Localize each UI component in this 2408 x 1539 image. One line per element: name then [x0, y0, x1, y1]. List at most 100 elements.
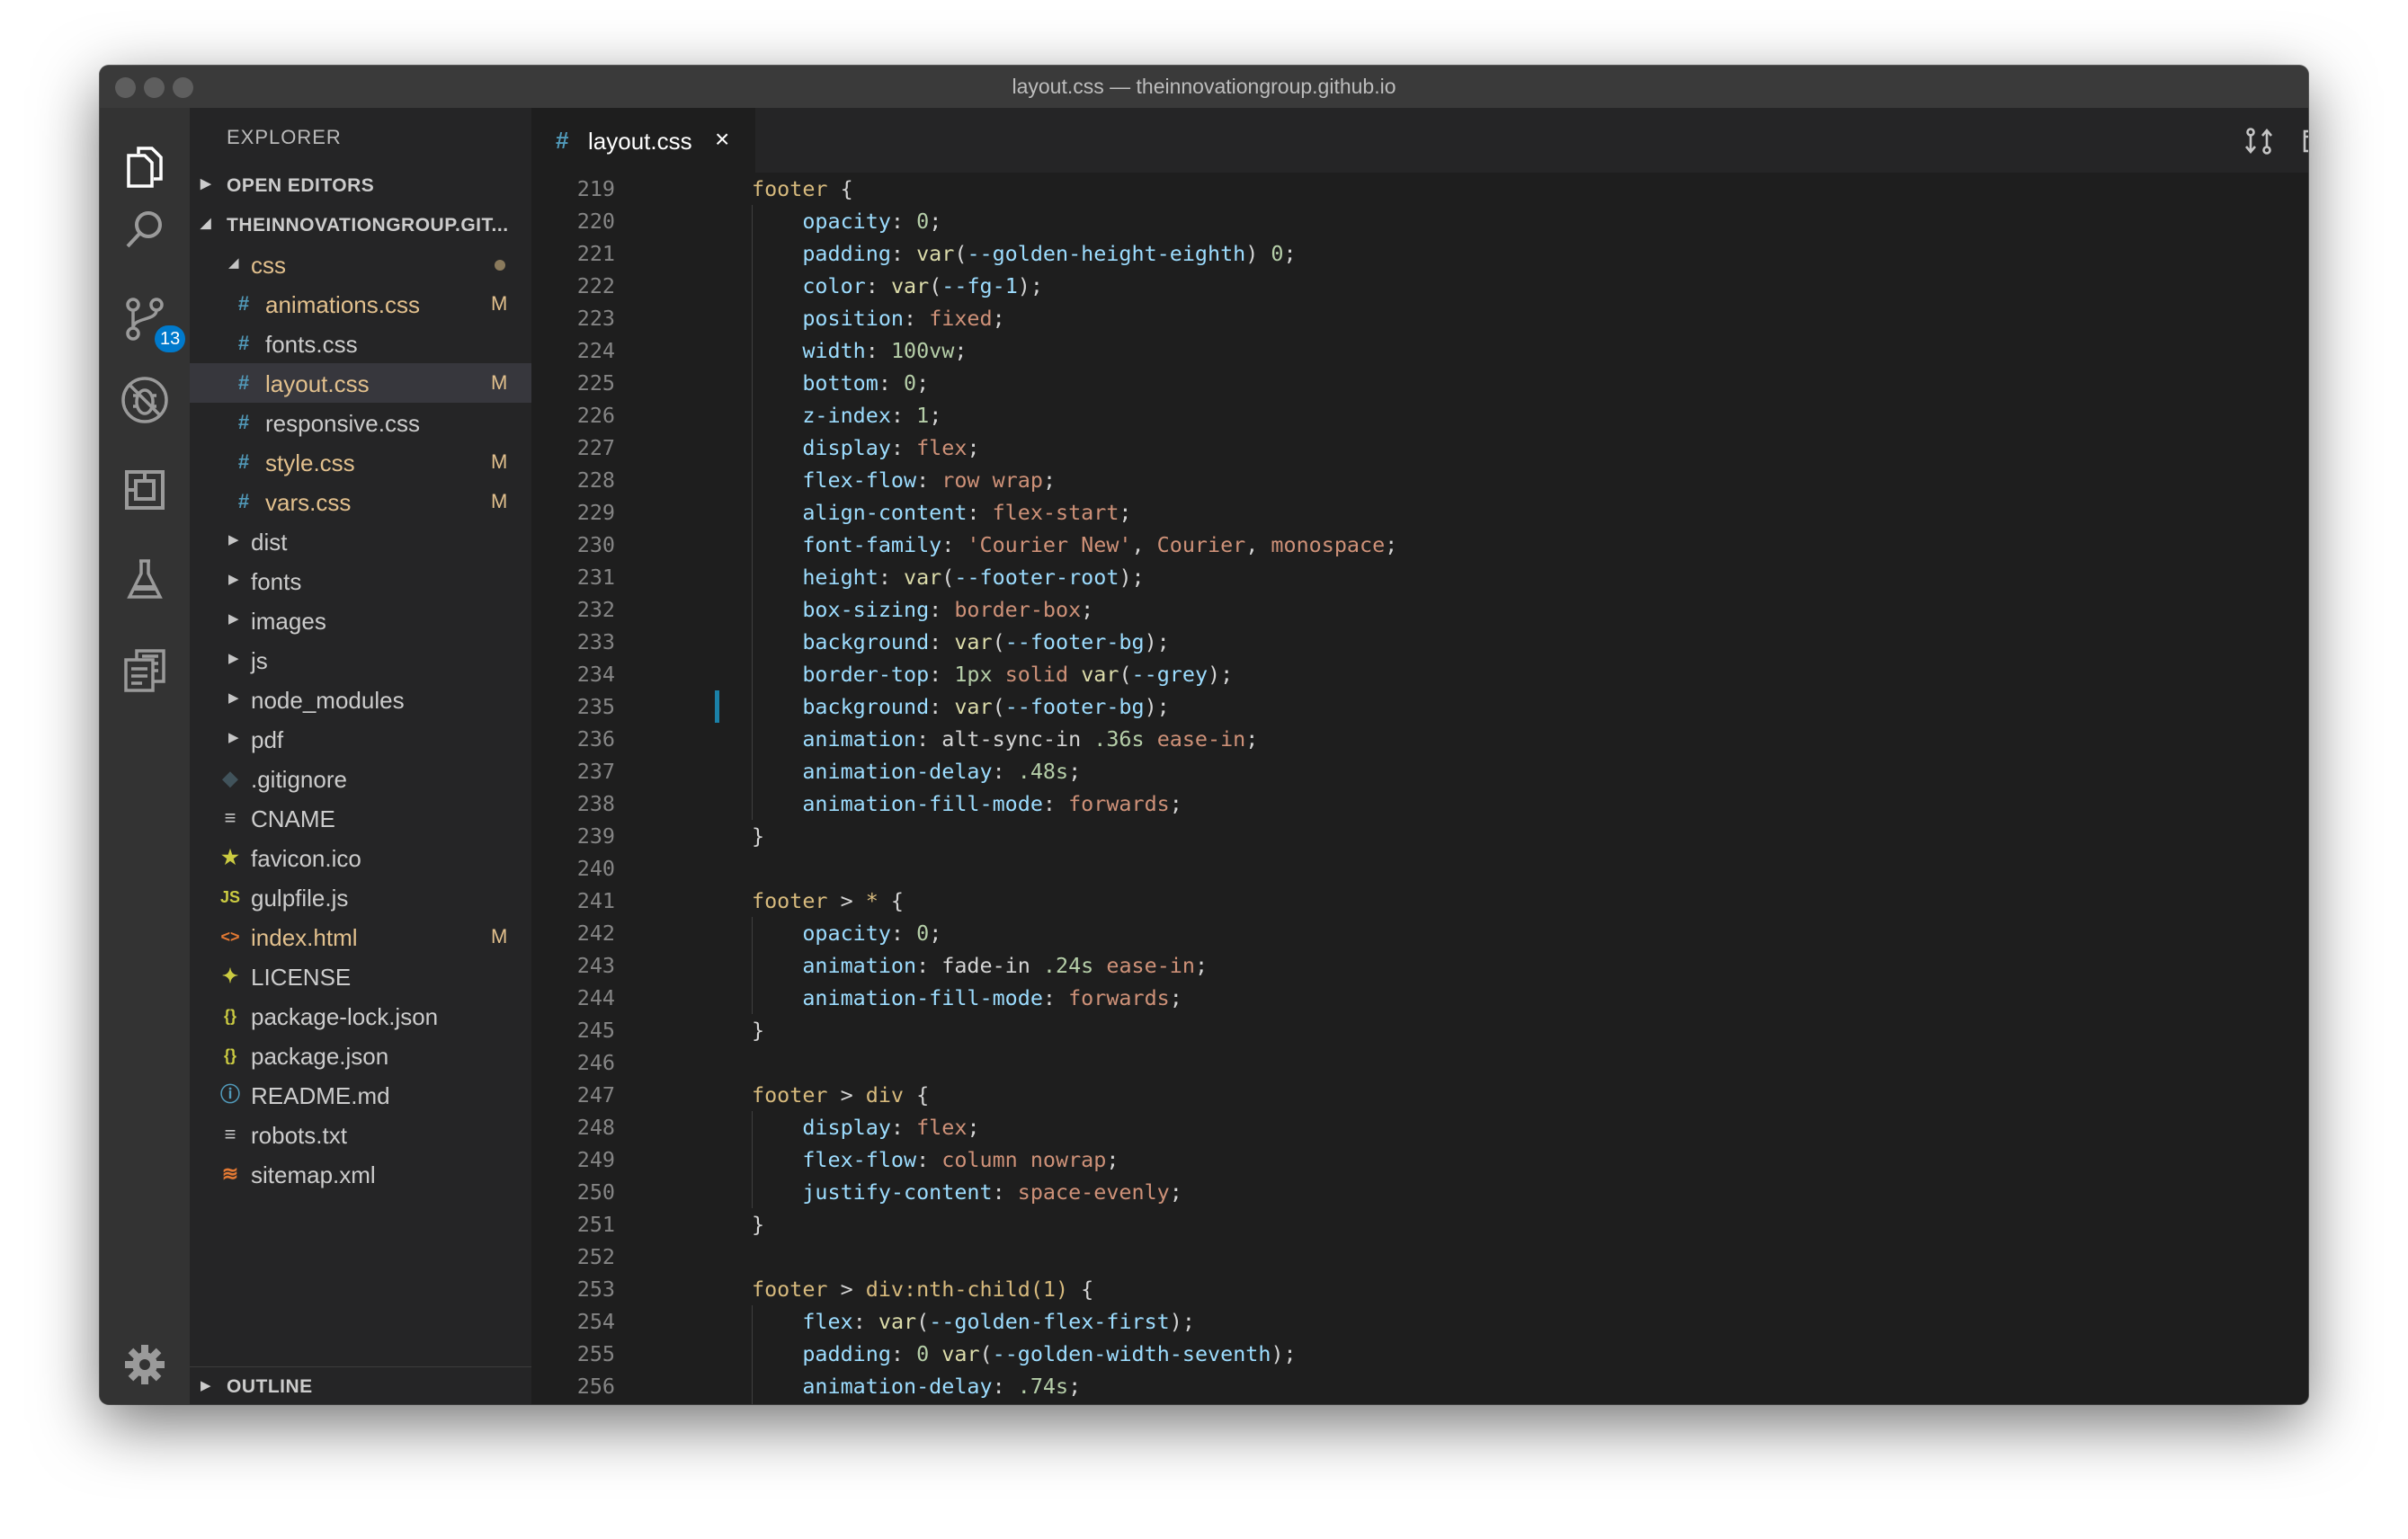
tree-item-dist[interactable]: ▶ dist — [190, 521, 531, 561]
code-token: : — [890, 1341, 917, 1366]
line-number: 249 — [576, 1147, 615, 1172]
tree-item-cname[interactable]: ≡ CNAME — [190, 798, 531, 838]
tree-item-fonts-css[interactable]: # fonts.css — [190, 324, 531, 363]
tree-item-animations-css[interactable]: # animations.css M — [190, 284, 531, 324]
code-token: div — [865, 1082, 904, 1108]
source-control-icon[interactable]: 13 — [118, 292, 186, 352]
code-token: --grey — [1131, 662, 1208, 687]
line-content: display: flex; — [752, 1111, 979, 1143]
code-line: 243 animation: fade-in .24s ease-in; — [531, 949, 2285, 982]
tree-item-node-modules[interactable]: ▶ node_modules — [190, 680, 531, 719]
line-number: 225 — [576, 370, 615, 396]
gear-icon[interactable] — [118, 1338, 172, 1392]
js-file-icon: JS — [219, 888, 241, 906]
line-number: 250 — [576, 1179, 615, 1205]
tree-item-css[interactable]: ◢ css — [190, 245, 531, 284]
tree-item-index-html[interactable]: <> index.html M — [190, 917, 531, 956]
modified-badge: M — [491, 925, 508, 947]
tree-item-pdf[interactable]: ▶ pdf — [190, 719, 531, 759]
code-token: ; — [1169, 985, 1182, 1010]
code-token: animation — [802, 726, 917, 752]
code-token: display — [802, 435, 891, 460]
code-token: ; — [1042, 467, 1057, 493]
split-editor-icon[interactable] — [2301, 126, 2308, 156]
tree-item-favicon-ico[interactable]: ★ favicon.ico — [190, 838, 531, 877]
open-editors-section[interactable]: ▶ OPEN EDITORS — [190, 165, 531, 205]
tree-item-fonts[interactable]: ▶ fonts — [190, 561, 531, 600]
tree-item-style-css[interactable]: # style.css M — [190, 442, 531, 482]
line-content: animation-fill-mode: forwards; — [752, 982, 1182, 1014]
code-token: { — [878, 888, 905, 913]
tree-item-robots-txt[interactable]: ≡ robots.txt — [190, 1115, 531, 1154]
code-line: 225 bottom: 0; — [531, 367, 2285, 399]
tree-item-label: pdf — [251, 726, 284, 753]
chevron-down-icon: ◢ — [228, 255, 239, 271]
code-token: --footer-bg — [1004, 629, 1145, 654]
tree-item-label: package.json — [251, 1043, 389, 1070]
chevron-right-icon: ▶ — [228, 611, 239, 627]
extensions-icon[interactable] — [118, 463, 172, 517]
search-icon[interactable] — [118, 202, 172, 256]
code-token: var — [941, 1341, 980, 1366]
code-token: ; — [1385, 532, 1398, 557]
code-token: ; — [1169, 791, 1182, 816]
code-line: 256 animation-delay: .74s; — [531, 1370, 2285, 1402]
flask-icon[interactable] — [118, 553, 172, 607]
code-token: * — [865, 888, 878, 913]
tree-item-package-lock-json[interactable]: {} package-lock.json — [190, 996, 531, 1036]
code-token: 0 — [904, 370, 917, 396]
line-content: animation-fill-mode: forwards; — [752, 787, 1182, 820]
line-content: } — [752, 1208, 764, 1241]
tree-item-gitignore[interactable]: ◆ .gitignore — [190, 759, 531, 798]
css-file-icon: # — [237, 411, 250, 433]
tree-item-vars-css[interactable]: # vars.css M — [190, 482, 531, 521]
line-number: 251 — [576, 1212, 615, 1237]
tree-item-gulpfile-js[interactable]: JS gulpfile.js — [190, 877, 531, 917]
tree-item-label: dist — [251, 529, 288, 556]
code-token: display — [802, 1115, 891, 1140]
code-editor[interactable]: 219 footer {220 opacity: 0; 221 padding: v… — [531, 173, 2308, 1404]
tree-item-js[interactable]: ▶ js — [190, 640, 531, 680]
code-line: 221 padding: var(--golden-height-eighth)… — [531, 237, 2285, 270]
line-content: font-family: 'Courier New', Courier, mon… — [752, 529, 1397, 561]
tree-item-readme-md[interactable]: ⓘ README.md — [190, 1075, 531, 1115]
tab-layout-css[interactable]: # layout.css × — [531, 108, 755, 173]
code-line: 240 — [531, 852, 2285, 885]
tree-item-responsive-css[interactable]: # responsive.css — [190, 403, 531, 442]
tree-item-sitemap-xml[interactable]: ≋ sitemap.xml — [190, 1154, 531, 1194]
tree-item-license[interactable]: ✦ LICENSE — [190, 956, 531, 996]
files-icon[interactable] — [118, 139, 172, 193]
code-token: box-sizing — [802, 597, 930, 622]
debug-icon[interactable] — [118, 373, 172, 427]
code-token: animation-fill-mode — [802, 791, 1043, 816]
line-content: animation-delay: .74s; — [752, 1370, 1081, 1402]
chevron-right-icon: ▶ — [228, 690, 239, 706]
tab-label: layout.css — [588, 128, 692, 155]
code-token: : — [890, 209, 917, 234]
tree-item-package-json[interactable]: {} package.json — [190, 1036, 531, 1075]
tree-item-label: layout.css — [265, 370, 370, 397]
close-tab-icon[interactable]: × — [715, 125, 729, 154]
code-token: Courier — [1156, 532, 1246, 557]
editor-window: layout.css — theinnovationgroup.github.i… — [100, 66, 2308, 1404]
line-number: 256 — [576, 1374, 615, 1399]
code-token: footer — [752, 888, 828, 913]
open-changes-icon[interactable] — [2243, 126, 2274, 156]
html-file-icon: <> — [220, 928, 240, 946]
line-content: z-index: 1; — [752, 399, 941, 431]
code-token: .36s — [1093, 726, 1145, 752]
code-token: : — [992, 1374, 1018, 1399]
chevron-right-icon: ▶ — [228, 651, 239, 666]
clipboard-icon[interactable] — [118, 643, 172, 697]
code-token: ease-in — [1106, 953, 1195, 978]
tree-item-layout-css[interactable]: # layout.css M — [190, 363, 531, 403]
project-section[interactable]: ◢ THEINNOVATIONGROUP.GIT... — [190, 205, 531, 245]
outline-section[interactable]: ▶ OUTLINE — [190, 1366, 531, 1404]
code-token: 100vw — [890, 338, 955, 363]
code-token: flex-flow — [802, 467, 917, 493]
line-number: 220 — [576, 209, 615, 234]
tree-item-label: package-lock.json — [251, 1003, 439, 1030]
tree-item-images[interactable]: ▶ images — [190, 600, 531, 640]
